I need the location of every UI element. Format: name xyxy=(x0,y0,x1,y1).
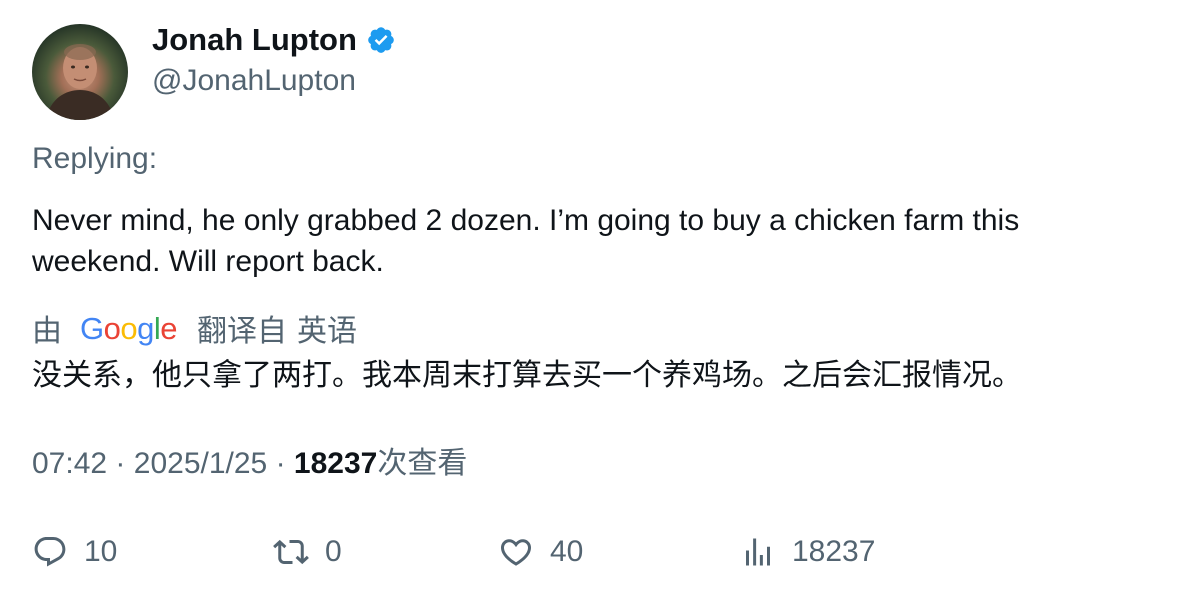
tweet-time[interactable]: 07:42 xyxy=(32,447,107,480)
like-button[interactable]: 40 xyxy=(498,530,583,574)
verified-badge-icon[interactable] xyxy=(366,25,396,55)
like-count: 40 xyxy=(550,535,584,568)
translation-from-label: 翻译自 xyxy=(197,315,288,348)
translation-attribution: 由 Google 翻译自 英语 xyxy=(32,307,357,349)
tweet-meta: 07:42 · 2025/1/25 · 18237次查看 xyxy=(32,444,467,484)
translation-source-language: 英语 xyxy=(297,315,358,348)
reply-button[interactable]: 10 xyxy=(32,530,117,574)
action-bar: 10 0 40 18237 xyxy=(0,530,1196,574)
views-action-count: 18237 xyxy=(792,535,876,568)
views-label: 次查看 xyxy=(377,447,468,480)
author-display-name[interactable]: Jonah Lupton xyxy=(152,20,396,60)
retweet-button[interactable]: 0 xyxy=(273,530,342,574)
tweet-text: Never mind, he only grabbed 2 dozen. I’m… xyxy=(32,204,1020,278)
meta-separator: · xyxy=(115,447,126,480)
translation-by-label: 由 xyxy=(32,315,62,348)
profile-photo-icon xyxy=(46,44,114,120)
views-button[interactable]: 18237 xyxy=(740,530,875,574)
translated-tweet-text: 没关系，他只拿了两打。我本周末打算去买一个养鸡场。之后会汇报情况。 xyxy=(32,359,1022,392)
bar-chart-icon xyxy=(746,538,770,566)
meta-separator: · xyxy=(275,447,286,480)
author-handle[interactable]: @JonahLupton xyxy=(152,62,356,100)
retweet-count: 0 xyxy=(325,535,342,568)
heart-icon xyxy=(500,539,532,566)
views-count: 18237 xyxy=(293,447,378,480)
google-logo: Google xyxy=(80,310,178,346)
author-name-text[interactable]: Jonah Lupton xyxy=(152,20,357,60)
reply-count: 10 xyxy=(84,535,118,568)
replying-label: Replying: xyxy=(32,142,158,175)
reply-icon xyxy=(34,537,66,567)
tweet-date[interactable]: 2025/1/25 xyxy=(134,447,267,480)
avatar[interactable] xyxy=(32,24,128,120)
retweet-icon xyxy=(273,539,309,565)
